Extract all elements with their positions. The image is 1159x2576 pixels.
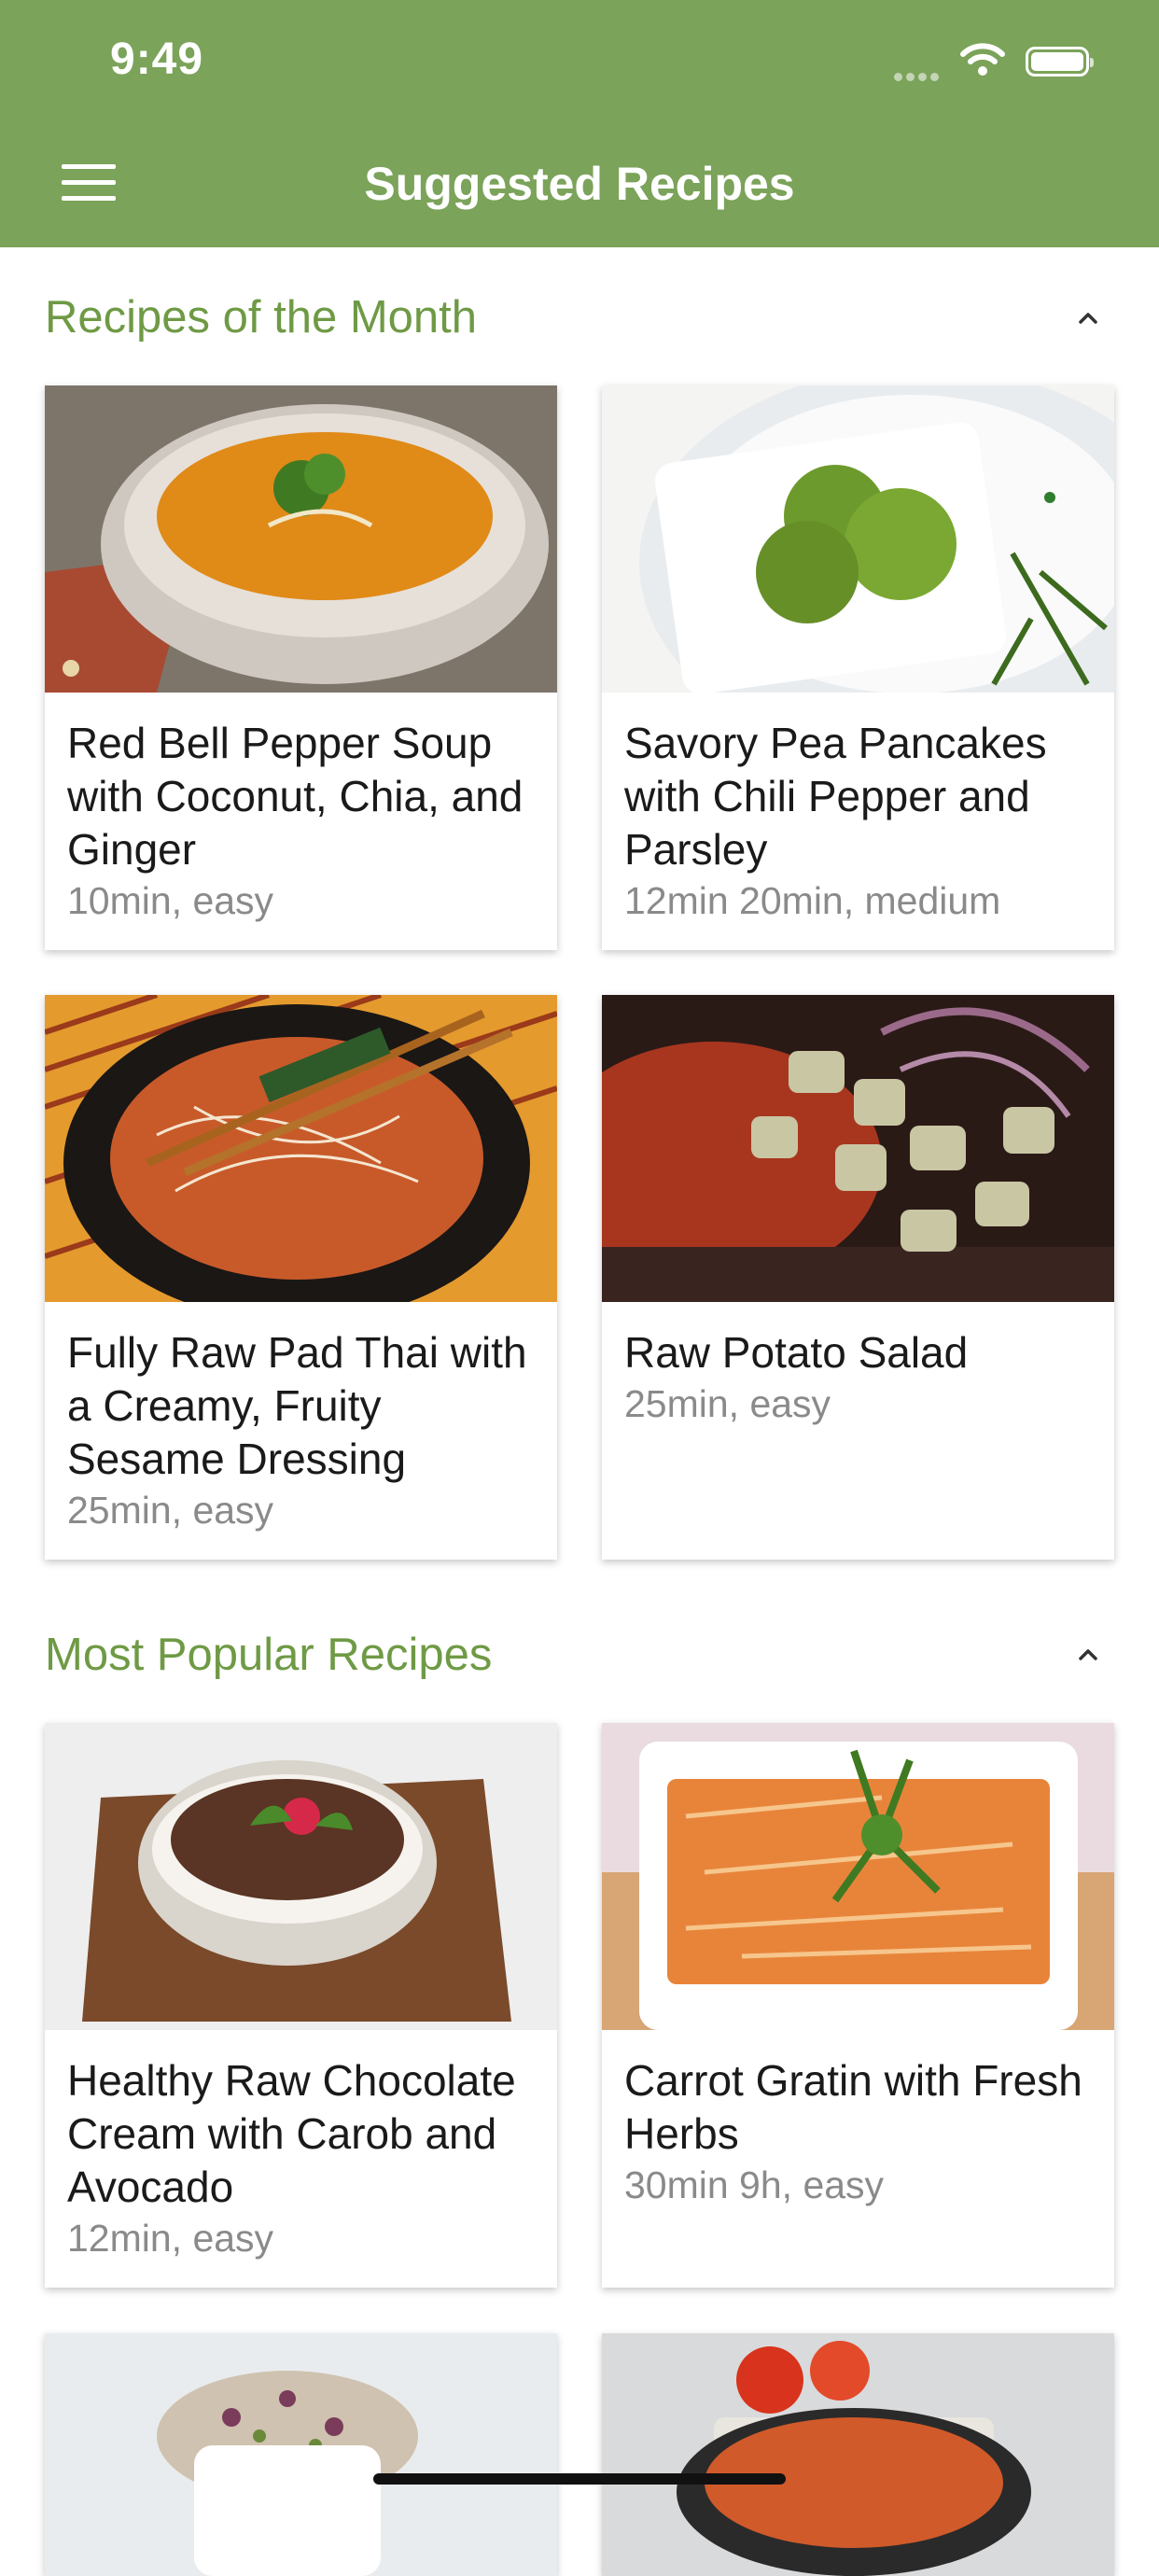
recipe-name: Savory Pea Pancakes with Chili Pepper an… [624,719,1047,874]
recipe-image [45,1723,557,2030]
recipe-name: Carrot Gratin with Fresh Herbs [624,2056,1082,2158]
recipe-meta: 10min, easy [67,879,274,922]
recipe-name: Healthy Raw Chocolate Cream with Carob a… [67,2056,516,2211]
recipe-meta: 25min, easy [67,1489,274,1532]
chevron-up-icon[interactable] [1071,301,1105,334]
recipe-image [602,1723,1114,2030]
recipe-image [45,995,557,1302]
recipe-card[interactable] [45,2333,557,2576]
recipe-image [45,385,557,693]
recipe-card[interactable]: Carrot Gratin with Fresh Herbs 30min 9h,… [602,1723,1114,2288]
battery-icon [1026,47,1094,77]
page-title: Suggested Recipes [364,158,795,210]
recipe-card[interactable]: Red Bell Pepper Soup with Coconut, Chia,… [45,385,557,950]
recipe-image [602,385,1114,693]
recipe-meta: 12min, easy [67,2217,274,2260]
wifi-icon [960,43,1005,76]
home-indicator [373,2473,786,2485]
recipe-card[interactable]: Raw Potato Salad 25min, easy [602,995,1114,1560]
recipe-image [45,2333,557,2576]
section-title-recipes-of-the-month: Recipes of the Month [45,292,478,343]
recipe-meta: 30min 9h, easy [624,2163,885,2206]
status-time: 9:49 [110,35,204,84]
app-header: 9:49 Suggested Recipes [0,0,1159,247]
recipe-image [602,995,1114,1302]
recipe-card[interactable]: Fully Raw Pad Thai with a Creamy, Fruity… [45,995,557,1560]
recipe-meta: 25min, easy [624,1382,831,1425]
recipe-card[interactable] [602,2333,1114,2576]
recipe-card[interactable]: Savory Pea Pancakes with Chili Pepper an… [602,385,1114,950]
recipe-name: Raw Potato Salad [624,1328,969,1377]
recipe-card[interactable]: Healthy Raw Chocolate Cream with Carob a… [45,1723,557,2288]
section-title-most-popular-recipes: Most Popular Recipes [45,1630,493,1680]
cellular-signal-icon [894,69,943,86]
recipe-name: Fully Raw Pad Thai with a Creamy, Fruity… [67,1328,527,1483]
recipe-image [602,2333,1114,2576]
recipe-meta: 12min 20min, medium [624,879,1001,922]
chevron-up-icon[interactable] [1071,1637,1105,1671]
recipe-name: Red Bell Pepper Soup with Coconut, Chia,… [67,719,524,874]
